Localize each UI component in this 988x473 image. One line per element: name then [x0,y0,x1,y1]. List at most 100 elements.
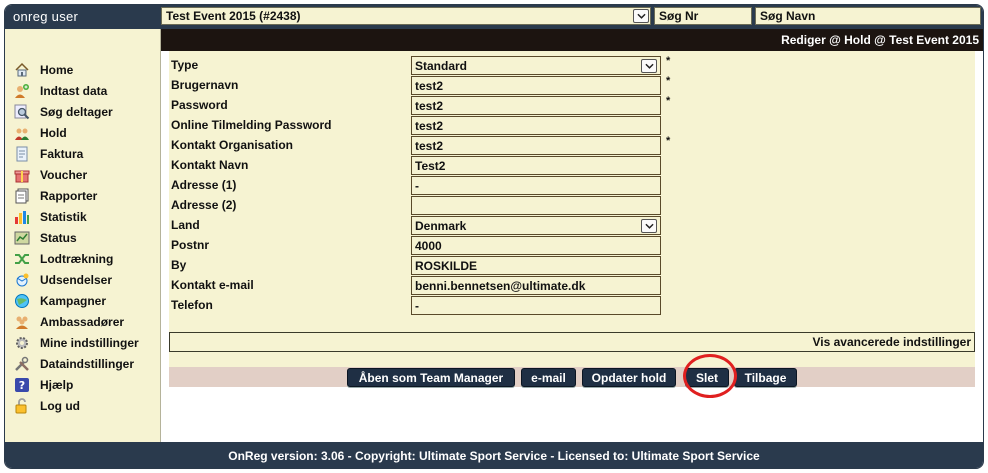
online-password-input[interactable]: test2 [411,116,661,135]
adresse-2-input[interactable] [411,196,661,215]
sidebar-item-label: Status [40,230,77,245]
field-label: By [171,258,187,272]
sidebar-item-label: Home [40,62,74,77]
land-select-value: Denmark [415,218,467,233]
sidebar-item-udsendelser[interactable]: Udsendelser [13,269,139,290]
help-icon: ? [13,376,30,393]
field-label: Adresse (1) [171,178,237,192]
sidebar-item-label: Udsendelser [40,272,113,287]
sidebar-item-label: Ambassadører [40,314,125,329]
shuffle-icon [13,250,30,267]
postnr-value: 4000 [415,238,442,253]
sidebar-item-statistik[interactable]: Statistik [13,206,139,227]
field-label: Kontakt e-mail [171,278,254,292]
field-label: Brugernavn [171,78,239,92]
event-select[interactable]: Test Event 2015 (#2438) [161,7,651,25]
postnr-input[interactable]: 4000 [411,236,661,255]
update-team-button[interactable]: Opdater hold [582,368,676,387]
form-row-postnr: Postnr 4000 [169,235,975,255]
sidebar-item-label: Dataindstillinger [40,356,135,371]
action-bar: Åben som Team Manager e-mail Opdater hol… [169,367,975,387]
brugernavn-input[interactable]: test2 [411,76,661,95]
delete-button[interactable]: Slet [685,368,729,387]
form-row-by: By ROSKILDE [169,255,975,275]
chevron-down-icon[interactable] [641,218,657,233]
app-title: onreg user [13,9,79,24]
sidebar-item-hold[interactable]: Hold [13,122,139,143]
sidebar-item-status[interactable]: Status [13,227,139,248]
gift-icon [13,166,30,183]
add-user-icon [13,82,30,99]
sidebar-item-label: Voucher [40,167,88,182]
search-icon [13,103,30,120]
main-header: Rediger @ Hold @ Test Event 2015 [161,29,983,51]
chevron-down-icon[interactable] [633,9,649,23]
sidebar-item-label: Hold [40,125,67,140]
home-icon [13,61,30,78]
sidebar-item-label: Indtast data [40,83,108,98]
sidebar-item-indtast-data[interactable]: Indtast data [13,80,139,101]
footer-text: OnReg version: 3.06 - Copyright: Ultimat… [228,449,760,463]
kontakt-navn-input[interactable]: Test2 [411,156,661,175]
password-value: test2 [415,98,444,113]
team-icon [13,124,30,141]
sidebar-item-hjaelp[interactable]: ? Hjælp [13,374,139,395]
adresse-1-input[interactable]: - [411,176,661,195]
form-row-password: Password test2 * [169,95,975,115]
open-team-manager-button[interactable]: Åben som Team Manager [347,368,515,387]
sidebar-item-sog-deltager[interactable]: Søg deltager [13,101,139,122]
sidebar-item-label: Kampagner [40,293,107,308]
sidebar-item-log-ud[interactable]: Log ud [13,395,139,416]
sidebar-item-voucher[interactable]: Voucher [13,164,139,185]
chevron-down-icon[interactable] [641,58,657,73]
broadcast-icon [13,271,30,288]
sidebar-item-rapporter[interactable]: Rapporter [13,185,139,206]
advanced-settings-link[interactable]: Vis avancerede indstillinger [812,335,971,349]
by-value: ROSKILDE [415,258,478,273]
search-nr-input[interactable]: Søg Nr [654,7,752,25]
search-nr-placeholder: Søg Nr [659,9,699,23]
app-window: onreg user Test Event 2015 (#2438) Søg N… [4,4,984,469]
back-button[interactable]: Tilbage [734,368,797,387]
sidebar-item-dataindstillinger[interactable]: Dataindstillinger [13,353,139,374]
sidebar-nav: Home Indtast data Søg deltager Hold Fakt… [13,59,139,416]
type-select-value: Standard [415,58,468,73]
sidebar-item-kampagner[interactable]: Kampagner [13,290,139,311]
sidebar-item-ambassadorer[interactable]: Ambassadører [13,311,139,332]
sidebar-item-mine-indstillinger[interactable]: Mine indstillinger [13,332,139,353]
sidebar-item-home[interactable]: Home [13,59,139,80]
password-input[interactable]: test2 [411,96,661,115]
kontakt-organisation-input[interactable]: test2 [411,136,661,155]
brugernavn-value: test2 [415,78,444,93]
land-select[interactable]: Denmark [411,216,661,235]
tools-icon [13,355,30,372]
kontakt-organisation-value: test2 [415,138,444,153]
field-label: Type [171,58,199,72]
form-row-telefon: Telefon - [169,295,975,315]
required-marker: * [666,135,671,147]
required-marker: * [666,75,671,87]
type-select[interactable]: Standard [411,56,661,75]
kontakt-navn-value: Test2 [415,158,446,173]
footer: OnReg version: 3.06 - Copyright: Ultimat… [5,442,983,468]
search-navn-input[interactable]: Søg Navn [755,7,981,25]
sidebar-item-label: Statistik [40,209,87,224]
kontakt-email-input[interactable]: benni.bennetsen@ultimate.dk [411,276,661,295]
svg-text:?: ? [18,379,24,392]
sidebar-item-lodtraekning[interactable]: Lodtrækning [13,248,139,269]
form-row-kontakt-email: Kontakt e-mail benni.bennetsen@ultimate.… [169,275,975,295]
form-row-online-password: Online Tilmelding Password test2 [169,115,975,135]
form-row-kontakt-navn: Kontakt Navn Test2 [169,155,975,175]
advanced-settings-bar[interactable]: Vis avancerede indstillinger [169,332,975,352]
sidebar-item-label: Mine indstillinger [40,335,139,350]
sidebar-item-label: Rapporter [40,188,98,203]
bar-chart-icon [13,208,30,225]
telefon-input[interactable]: - [411,296,661,315]
email-button[interactable]: e-mail [521,368,576,387]
sidebar-item-label: Lodtrækning [40,251,114,266]
field-label: Adresse (2) [171,198,237,212]
adresse-1-value: - [415,178,419,193]
sidebar-item-faktura[interactable]: Faktura [13,143,139,164]
form-row-kontakt-organisation: Kontakt Organisation test2 * [169,135,975,155]
by-input[interactable]: ROSKILDE [411,256,661,275]
